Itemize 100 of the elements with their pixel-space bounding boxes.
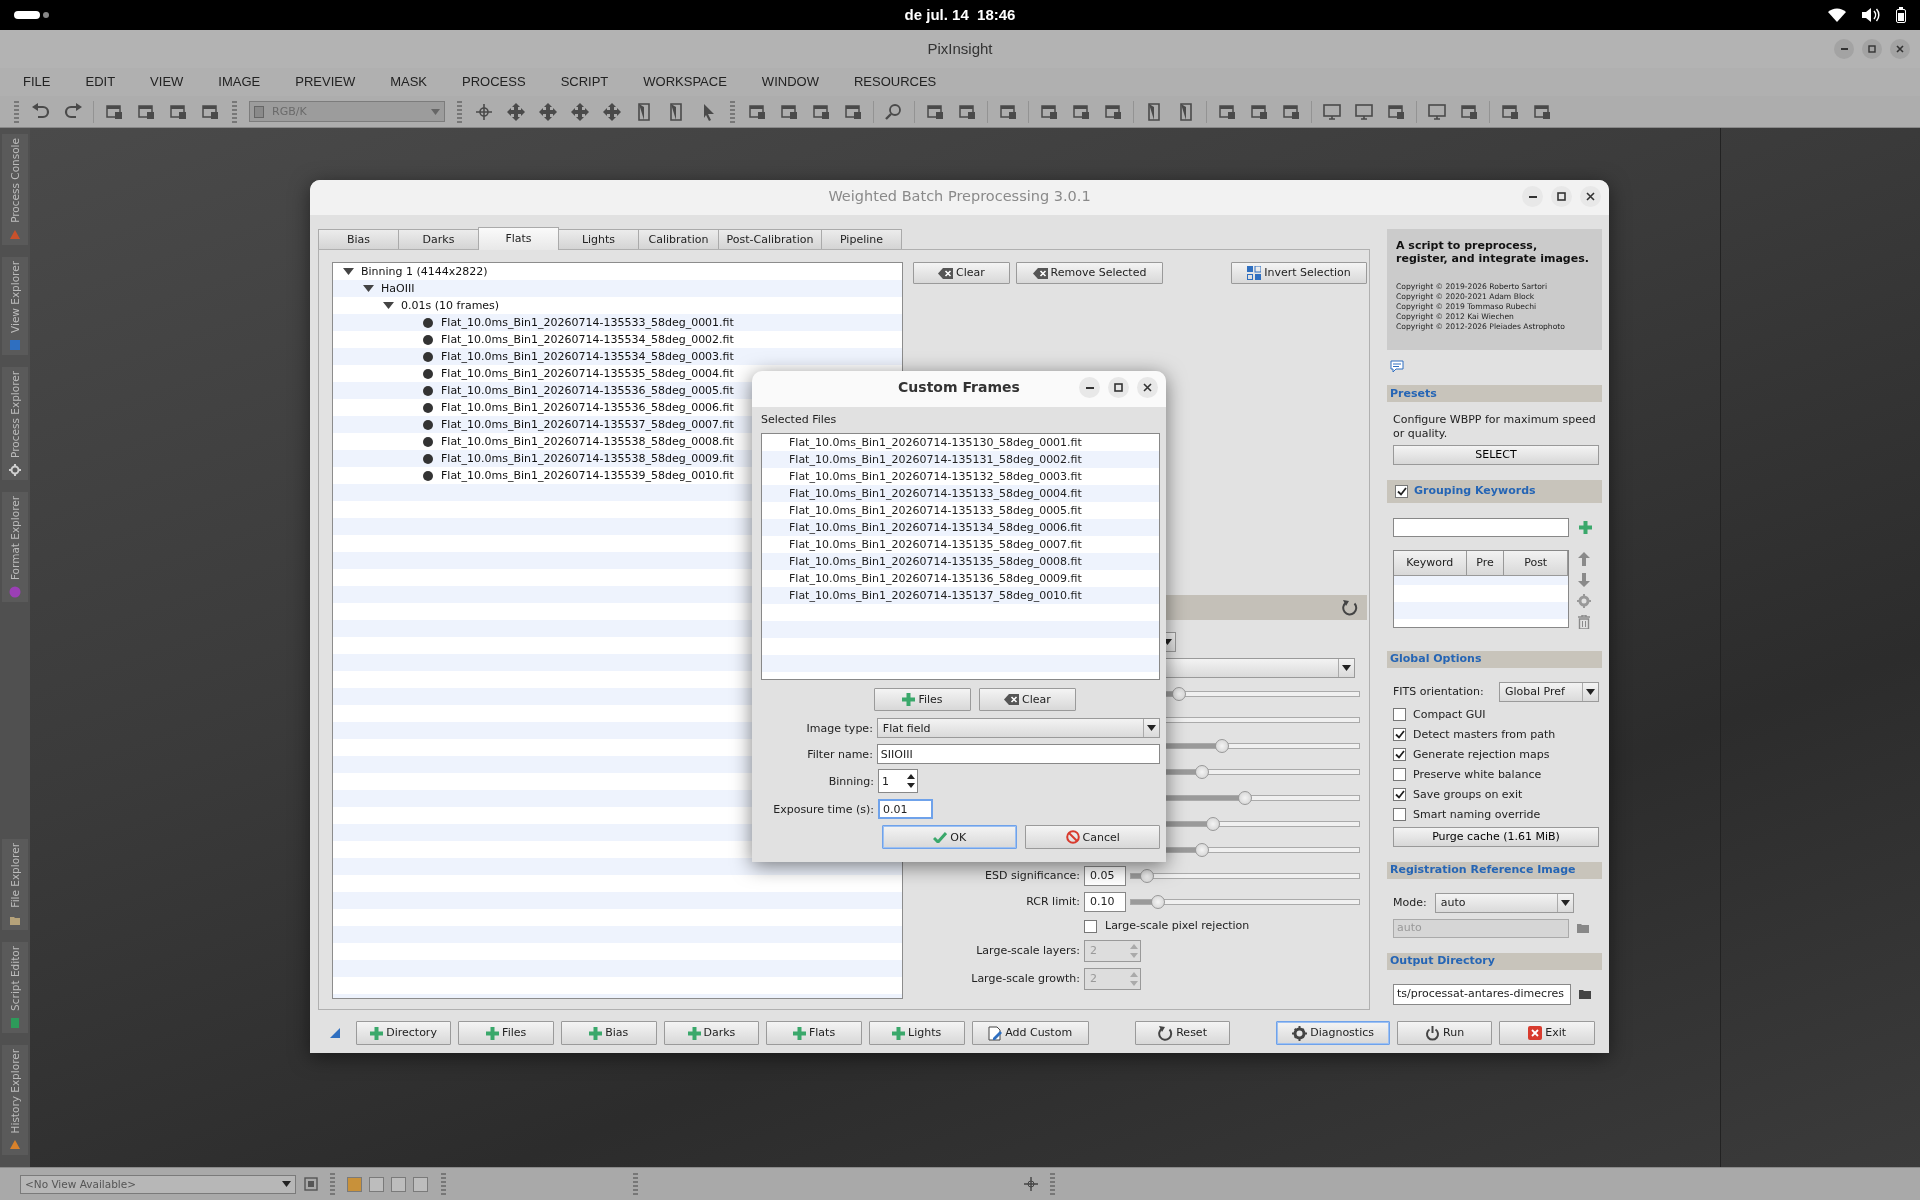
comment-icon[interactable] bbox=[1390, 360, 1404, 373]
menu-item[interactable]: VIEW bbox=[139, 74, 195, 90]
window-icon[interactable] bbox=[1250, 102, 1268, 121]
minimize-button[interactable] bbox=[1834, 39, 1854, 59]
add-button[interactable]: Darks bbox=[663, 1021, 760, 1045]
filter-name-field[interactable]: SIIOIII bbox=[876, 744, 1160, 765]
wifi-icon[interactable] bbox=[1828, 8, 1846, 22]
menu-item[interactable]: FILE bbox=[12, 74, 62, 90]
redo-icon[interactable] bbox=[64, 102, 82, 121]
activities-indicator-icon[interactable] bbox=[14, 10, 50, 20]
slider-thumb[interactable] bbox=[1238, 791, 1252, 805]
ok-button[interactable]: OK bbox=[882, 825, 1018, 850]
file-row[interactable]: Flat_10.0ms_Bin1_20260714-135137_58deg_0010.fit bbox=[762, 587, 1159, 605]
exposure-time-field[interactable]: 0.01 bbox=[878, 799, 933, 820]
monitor-icon[interactable] bbox=[1323, 102, 1341, 121]
window-icon[interactable] bbox=[1460, 102, 1478, 121]
slider-thumb[interactable] bbox=[1194, 765, 1209, 779]
undo-icon[interactable] bbox=[32, 102, 50, 121]
collapse-arrow-icon[interactable] bbox=[362, 285, 374, 292]
folder-icon[interactable] bbox=[1579, 989, 1591, 999]
tree-row[interactable]: 0.01s (10 frames) bbox=[333, 297, 902, 314]
purge-cache-button[interactable]: Purge cache (1.61 MiB) bbox=[1393, 826, 1599, 847]
action-button[interactable]: Run bbox=[1396, 1021, 1493, 1045]
window-icon[interactable] bbox=[1104, 102, 1122, 121]
slider-thumb[interactable] bbox=[1215, 739, 1230, 753]
gear-icon[interactable] bbox=[1577, 593, 1591, 608]
menu-item[interactable]: EDIT bbox=[74, 74, 127, 90]
crosshair-icon[interactable] bbox=[1024, 1177, 1038, 1191]
speaker-icon[interactable] bbox=[1862, 8, 1880, 22]
close-button[interactable] bbox=[1890, 39, 1910, 59]
monitor-icon[interactable] bbox=[1428, 102, 1446, 121]
down-arrow-icon[interactable] bbox=[1577, 572, 1591, 587]
file-row[interactable]: Flat_10.0ms_Bin1_20260714-135131_58deg_0002.fit bbox=[762, 451, 1159, 469]
menu-item[interactable]: MASK bbox=[379, 74, 439, 90]
file-row[interactable]: Flat_10.0ms_Bin1_20260714-135134_58deg_0006.fit bbox=[762, 519, 1159, 537]
close-button[interactable] bbox=[1580, 186, 1601, 207]
window-icon[interactable] bbox=[844, 102, 862, 121]
window-icon[interactable] bbox=[748, 102, 766, 121]
window-icon[interactable] bbox=[304, 1177, 318, 1191]
dropdown[interactable]: auto bbox=[1434, 892, 1574, 913]
monitor-icon[interactable] bbox=[1355, 102, 1373, 121]
page-icon[interactable] bbox=[1177, 102, 1195, 121]
tab[interactable]: Lights bbox=[558, 229, 639, 249]
file-row[interactable]: Flat_10.0ms_Bin1_20260714-135130_58deg_0001.fit bbox=[762, 434, 1159, 452]
tab[interactable]: Pipeline bbox=[821, 229, 902, 249]
dock-tab[interactable]: Script Editor bbox=[2, 941, 28, 1033]
action-button[interactable]: Exit bbox=[1499, 1021, 1595, 1045]
dropdown[interactable]: Global Pref bbox=[1499, 681, 1599, 702]
page-icon[interactable] bbox=[635, 102, 653, 121]
add-files-button[interactable]: Files bbox=[874, 688, 971, 712]
file-row[interactable]: Flat_10.0ms_Bin1_20260714-135135_58deg_0008.fit bbox=[762, 553, 1159, 571]
menu-item[interactable]: SCRIPT bbox=[549, 74, 620, 90]
maximize-button[interactable] bbox=[1108, 377, 1129, 398]
action-button[interactable]: Diagnostics bbox=[1276, 1021, 1390, 1045]
page-icon[interactable] bbox=[1145, 102, 1163, 121]
window-icon[interactable] bbox=[812, 102, 830, 121]
window-icon[interactable] bbox=[169, 102, 187, 121]
image-type-dropdown[interactable]: Flat field bbox=[876, 718, 1160, 739]
window-icon[interactable] bbox=[1282, 102, 1300, 121]
window-icon[interactable] bbox=[926, 102, 944, 121]
window-icon[interactable] bbox=[780, 102, 798, 121]
window-icon[interactable] bbox=[1501, 102, 1519, 121]
plus-icon[interactable] bbox=[1579, 520, 1592, 534]
dock-tab[interactable]: Process Console bbox=[2, 134, 28, 245]
reset-icon[interactable] bbox=[1342, 599, 1358, 616]
add-button[interactable]: Bias bbox=[561, 1021, 657, 1045]
four-arrows-icon[interactable] bbox=[507, 102, 525, 121]
tree-row[interactable]: Flat_10.0ms_Bin1_20260714-135533_58deg_0001.fit bbox=[333, 314, 902, 331]
menu-item[interactable]: PROCESS bbox=[451, 74, 537, 90]
action-button[interactable]: Reset bbox=[1134, 1021, 1231, 1045]
tree-row[interactable]: HaOIII bbox=[333, 280, 902, 297]
checkbox[interactable] bbox=[1393, 728, 1406, 741]
crosshair-icon[interactable] bbox=[475, 102, 493, 121]
clock-text[interactable]: de jul. 14 18:46 bbox=[904, 6, 1016, 23]
view-selector[interactable]: <No View Available> bbox=[20, 1174, 296, 1194]
swatch[interactable] bbox=[391, 1176, 406, 1192]
swatch[interactable] bbox=[369, 1176, 384, 1192]
window-icon[interactable] bbox=[1072, 102, 1090, 121]
tree-row[interactable]: Flat_10.0ms_Bin1_20260714-135535_58deg_0004.fit bbox=[333, 365, 902, 382]
maximize-button[interactable] bbox=[1551, 186, 1572, 207]
action-button[interactable]: Add Custom bbox=[971, 1021, 1089, 1045]
tree-row[interactable]: Flat_10.0ms_Bin1_20260714-135536_58deg_0006.fit bbox=[333, 399, 902, 416]
minimize-button[interactable] bbox=[1522, 186, 1543, 207]
slider-thumb[interactable] bbox=[1206, 817, 1221, 831]
slider-thumb[interactable] bbox=[1194, 843, 1209, 857]
directory-field[interactable]: ts/processat-antares-dimecres bbox=[1393, 983, 1571, 1005]
dock-tab[interactable]: View Explorer bbox=[2, 256, 28, 355]
window-icon[interactable] bbox=[1533, 102, 1551, 121]
add-button[interactable]: Lights bbox=[868, 1021, 965, 1045]
number-field[interactable]: 0.10 bbox=[1084, 892, 1126, 912]
menu-item[interactable]: IMAGE bbox=[207, 74, 272, 90]
list-button[interactable]: Clear bbox=[913, 262, 1010, 284]
tree-row[interactable]: Flat_10.0ms_Bin1_20260714-135534_58deg_0002.fit bbox=[333, 331, 902, 348]
menu-item[interactable]: WINDOW bbox=[750, 74, 830, 90]
dock-tab[interactable]: Process Explorer bbox=[2, 366, 28, 480]
list-button[interactable]: Remove Selected bbox=[1016, 262, 1163, 284]
dock-tab[interactable]: File Explorer bbox=[2, 839, 28, 930]
swatch[interactable] bbox=[413, 1176, 428, 1192]
slider-thumb[interactable] bbox=[1171, 687, 1186, 701]
slider-thumb[interactable] bbox=[1139, 869, 1154, 883]
